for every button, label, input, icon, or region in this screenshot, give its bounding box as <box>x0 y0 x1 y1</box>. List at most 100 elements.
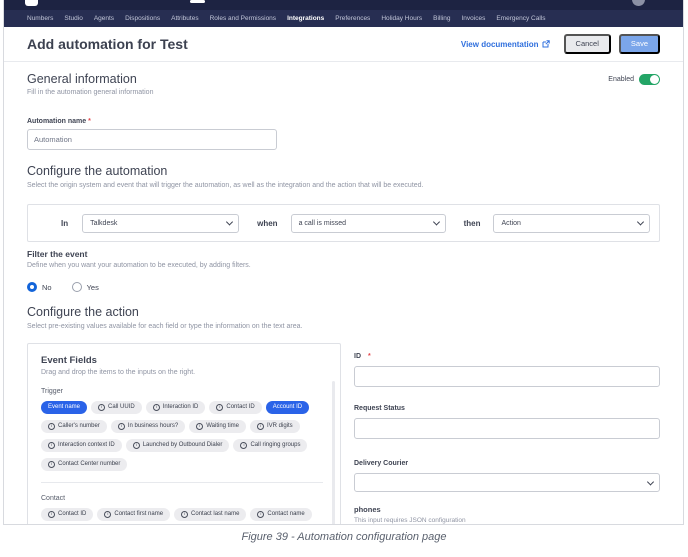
chip-label: Account ID <box>273 404 302 411</box>
screenshot-frame: Numbers Studio Agents Dispositions Attribute… <box>3 0 684 525</box>
filter-event-heading: Filter the event <box>27 249 660 259</box>
info-icon: i <box>48 511 55 518</box>
user-avatar[interactable] <box>632 0 645 6</box>
radio-label: Yes <box>87 283 99 292</box>
automation-name-label: Automation name * <box>27 118 660 125</box>
info-icon: i <box>196 423 203 430</box>
id-input[interactable] <box>354 366 660 387</box>
id-field: ID* <box>354 345 660 387</box>
chip-contact-first-name[interactable]: iContact first name <box>97 508 170 521</box>
general-information-heading: General information <box>27 72 153 86</box>
app-logo[interactable] <box>25 0 38 6</box>
nav-item-billing[interactable]: Billing <box>433 15 450 22</box>
radio-icon <box>72 282 82 292</box>
chip-call-uuid[interactable]: iCall UUID <box>91 401 142 414</box>
nav-item-roles-and-permissions[interactable]: Roles and Permissions <box>210 15 276 22</box>
page-header: Add automation for Test View documentati… <box>4 27 683 62</box>
group-divider <box>41 482 323 483</box>
info-icon: i <box>104 511 111 518</box>
delivery-courier-select[interactable] <box>354 473 660 492</box>
enabled-toggle[interactable] <box>639 74 660 85</box>
chip-label: Launched by Outbound Dialer <box>143 442 223 449</box>
chevron-down-icon <box>226 218 233 225</box>
chip-contact-id[interactable]: iContact ID <box>41 508 93 521</box>
info-icon: i <box>98 404 105 411</box>
filter-option-yes[interactable]: Yes <box>72 282 99 292</box>
info-icon: i <box>216 404 223 411</box>
chip-event-name[interactable]: Event name <box>41 401 87 414</box>
nav-item-numbers[interactable]: Numbers <box>27 15 53 22</box>
when-label: when <box>257 219 277 228</box>
chip-label: Contact ID <box>58 511 86 518</box>
chip-waiting-time[interactable]: iWaiting time <box>189 420 246 433</box>
chip-label: IVR digits <box>267 423 293 430</box>
cancel-button[interactable]: Cancel <box>564 34 611 54</box>
figure-caption: Figure 39 - Automation configuration pag… <box>0 531 688 543</box>
nav-item-preferences[interactable]: Preferences <box>335 15 370 22</box>
save-button[interactable]: Save <box>619 34 660 54</box>
chip-in-business-hours[interactable]: iIn business hours? <box>111 420 185 433</box>
chip-label: Caller's number <box>58 423 100 430</box>
event-field-groups: TriggerEvent nameiCall UUIDiInteraction … <box>41 388 327 525</box>
chip-caller-s-number[interactable]: iCaller's number <box>41 420 107 433</box>
chip-label: Interaction context ID <box>58 442 115 449</box>
required-asterisk: * <box>88 118 91 125</box>
origin-system-select[interactable]: Talkdesk <box>82 214 239 233</box>
info-icon: i <box>181 511 188 518</box>
group-label-contact: Contact <box>41 495 327 502</box>
chip-interaction-id[interactable]: iInteraction ID <box>146 401 206 414</box>
chip-account-id[interactable]: Account ID <box>266 401 309 414</box>
nav-item-holiday-hours[interactable]: Holiday Hours <box>381 15 422 22</box>
event-fields-subtitle: Drag and drop the items to the inputs on… <box>41 369 327 376</box>
info-icon: i <box>153 404 160 411</box>
trigger-event-select[interactable]: a call is missed <box>291 214 446 233</box>
info-icon: i <box>240 442 247 449</box>
action-select[interactable]: Action <box>493 214 650 233</box>
chip-label: Contact name <box>267 511 304 518</box>
chips-contact: iContact IDiContact first nameiContact l… <box>41 508 319 525</box>
required-asterisk: * <box>368 353 371 360</box>
nav-item-studio[interactable]: Studio <box>64 15 82 22</box>
nav-item-agents[interactable]: Agents <box>94 15 114 22</box>
chip-label: Interaction ID <box>163 404 199 411</box>
chip-interaction-context-id[interactable]: iInteraction context ID <box>41 439 122 452</box>
chip-label: Event name <box>48 404 80 411</box>
chip-contact-id[interactable]: iContact ID <box>209 401 261 414</box>
phones-note: This input requires JSON configuration <box>354 517 660 524</box>
nav-item-dispositions[interactable]: Dispositions <box>125 15 160 22</box>
request-status-input[interactable] <box>354 418 660 439</box>
chevron-down-icon <box>433 218 440 225</box>
nav-item-emergency-calls[interactable]: Emergency Calls <box>496 15 545 22</box>
panel-scrollbar[interactable] <box>332 381 335 525</box>
view-documentation-link[interactable]: View documentation <box>461 40 550 49</box>
id-label: ID* <box>354 353 371 360</box>
nav-item-integrations[interactable]: Integrations <box>287 15 324 22</box>
chip-contact-center-number[interactable]: iContact Center number <box>41 458 127 471</box>
enabled-label: Enabled <box>608 76 634 83</box>
external-link-icon <box>542 40 550 48</box>
chip-label: Call UUID <box>108 404 135 411</box>
chip-label: Contact Center number <box>58 461 120 468</box>
chip-contact-last-name[interactable]: iContact last name <box>174 508 246 521</box>
nav-item-invoices[interactable]: Invoices <box>461 15 485 22</box>
then-label: then <box>464 219 481 228</box>
chip-label: In business hours? <box>128 423 178 430</box>
phones-label: phones <box>354 505 660 514</box>
info-icon: i <box>48 423 55 430</box>
chip-launched-by-outbound-dialer[interactable]: iLaunched by Outbound Dialer <box>126 439 230 452</box>
info-icon: i <box>118 423 125 430</box>
chip-call-ringing-groups[interactable]: iCall ringing groups <box>233 439 307 452</box>
app-bar <box>4 0 683 10</box>
chip-ivr-digits[interactable]: iIVR digits <box>250 420 300 433</box>
delivery-courier-field: Delivery Courier <box>354 452 660 492</box>
filter-option-no[interactable]: No <box>27 282 52 292</box>
nav-item-attributes[interactable]: Attributes <box>171 15 198 22</box>
active-tab-indicator <box>190 0 205 3</box>
chip-contact-name[interactable]: iContact name <box>250 508 311 521</box>
info-icon: i <box>48 461 55 468</box>
info-icon: i <box>257 423 264 430</box>
general-information-subtitle: Fill in the automation general informati… <box>27 89 153 96</box>
document-page: Numbers Studio Agents Dispositions Attribute… <box>0 0 688 557</box>
chip-label: Contact ID <box>226 404 254 411</box>
automation-name-input[interactable] <box>27 129 277 150</box>
